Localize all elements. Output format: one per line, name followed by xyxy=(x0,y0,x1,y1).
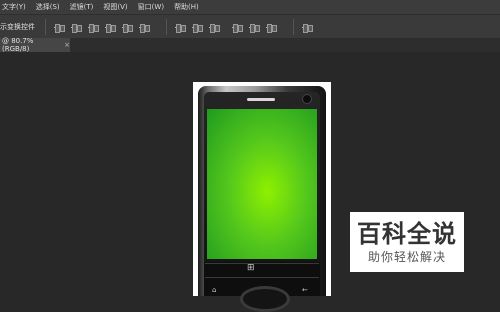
align-bottom-icon[interactable] xyxy=(88,22,99,33)
divider xyxy=(45,19,46,35)
show-transform-controls[interactable]: 示变换控件 xyxy=(0,22,35,32)
back-icon: ← xyxy=(302,286,308,294)
align-top-icon[interactable] xyxy=(54,22,65,33)
document-tab-label: @ 80.7%(RGB/8) xyxy=(2,37,34,53)
windows-logo-icon: ⊞ xyxy=(247,263,255,273)
navigation-ring-icon xyxy=(240,286,290,312)
distribute-vertical-center-icon[interactable] xyxy=(192,22,203,33)
menu-bar: 文字(Y) 选择(S) 滤镜(T) 视图(V) 窗口(W) 帮助(H) xyxy=(0,0,500,14)
menu-view[interactable]: 视图(V) xyxy=(103,2,127,12)
phone-screen-green-gradient xyxy=(207,109,317,259)
menu-help[interactable]: 帮助(H) xyxy=(174,2,199,12)
distribute-left-icon[interactable] xyxy=(232,22,243,33)
distribute-right-icon[interactable] xyxy=(266,22,277,33)
distribute-top-icon[interactable] xyxy=(175,22,186,33)
align-left-icon[interactable] xyxy=(105,22,116,33)
align-right-icon[interactable] xyxy=(139,22,150,33)
distribute-bottom-icon[interactable] xyxy=(209,22,220,33)
watermark: 百科全说 助你轻松解决 xyxy=(350,212,464,272)
watermark-title: 百科全说 xyxy=(357,220,457,248)
document-tab[interactable]: @ 80.7%(RGB/8) × xyxy=(0,37,70,53)
home-icon: ⌂ xyxy=(212,286,217,294)
menu-window[interactable]: 窗口(W) xyxy=(138,2,164,12)
close-icon[interactable]: × xyxy=(64,41,70,49)
divider xyxy=(205,263,319,264)
watermark-subtitle: 助你轻松解决 xyxy=(367,250,446,264)
camera-icon xyxy=(302,94,312,104)
align-horizontal-center-icon[interactable] xyxy=(122,22,133,33)
show-transform-controls-label: 示变换控件 xyxy=(0,23,35,31)
divider xyxy=(293,19,294,35)
menu-select[interactable]: 选择(S) xyxy=(36,2,60,12)
distribute-horizontal-center-icon[interactable] xyxy=(249,22,260,33)
menu-type[interactable]: 文字(Y) xyxy=(2,2,26,12)
auto-align-layers-icon[interactable] xyxy=(302,22,313,33)
align-vertical-center-icon[interactable] xyxy=(71,22,82,33)
menu-filter[interactable]: 滤镜(T) xyxy=(70,2,94,12)
speaker-icon xyxy=(247,98,275,101)
divider xyxy=(205,277,319,278)
document-tab-bar: @ 80.7%(RGB/8) × xyxy=(0,37,500,53)
options-bar: 示变换控件 xyxy=(0,14,500,40)
divider xyxy=(166,19,167,35)
